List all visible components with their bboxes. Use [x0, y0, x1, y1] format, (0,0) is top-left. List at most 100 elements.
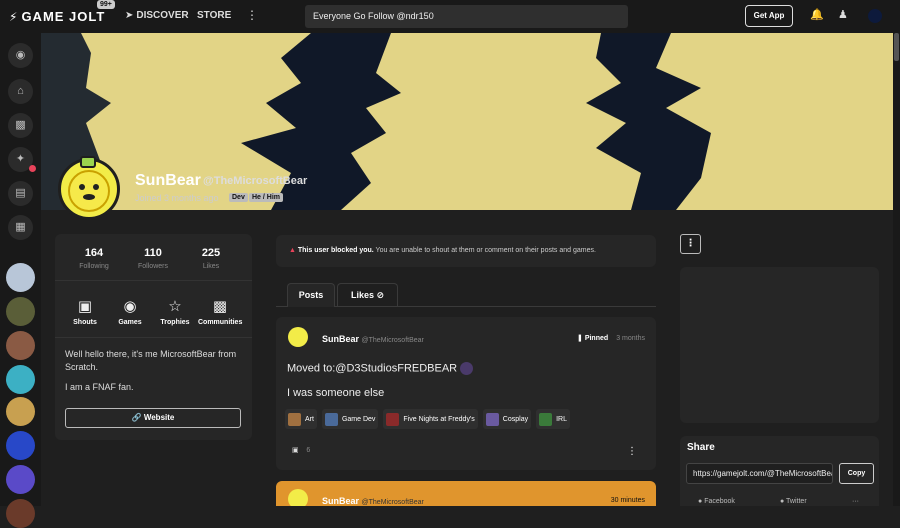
- post-author-name: SunBear: [322, 496, 360, 506]
- following-count: 164: [84, 247, 104, 259]
- bio-text: Well hello there, it's me MicrosoftBear …: [65, 349, 237, 372]
- post-body-line: Moved to:@D3StudiosFREDBEAR: [287, 362, 474, 375]
- search-input[interactable]: Everyone Go Follow @ndr150: [305, 5, 628, 28]
- community-tag[interactable]: IRL: [536, 409, 570, 429]
- rocket-icon: ➤: [125, 10, 134, 21]
- post-tabs: Posts Likes ⊘: [276, 283, 656, 307]
- comments-button[interactable]: ▣ 6: [292, 446, 310, 454]
- communities-tab[interactable]: ▩ Communities: [198, 297, 242, 326]
- more-menu-icon[interactable]: ⋮: [246, 8, 258, 22]
- following-label: Following: [79, 263, 109, 270]
- avatar-frame-icon: [80, 156, 96, 168]
- likes-label: Likes: [202, 263, 220, 270]
- community-avatar[interactable]: [6, 397, 35, 426]
- page-scrollbar[interactable]: [893, 33, 900, 506]
- mention-avatar: [460, 362, 474, 375]
- games-icon[interactable]: ▦: [8, 215, 33, 240]
- top-navigation-bar: ⚡ GAME JOLT 99+ ➤ DISCOVER STORE ⋮ Everyon…: [0, 0, 900, 33]
- dev-tag: Dev: [229, 193, 248, 202]
- get-app-button[interactable]: Get App: [745, 5, 793, 27]
- post-time: 3 months: [616, 335, 645, 342]
- quests-notification-dot: [29, 165, 36, 172]
- community-avatar[interactable]: [6, 365, 35, 394]
- post-author-handle: @TheMicrosoftBear: [361, 499, 424, 506]
- followers-count: 110: [144, 247, 162, 259]
- scroll-thumb[interactable]: [894, 33, 899, 61]
- community-tag-label: IRL: [556, 415, 567, 423]
- bolt-icon: ⚡: [9, 9, 19, 24]
- twitter-share[interactable]: ● Twitter: [780, 498, 807, 505]
- share-url-input[interactable]: https://gamejolt.com/@TheMicrosoftBear: [686, 463, 833, 484]
- post-author[interactable]: SunBear @TheMicrosoftBear: [322, 334, 424, 344]
- community-thumb: [324, 412, 338, 426]
- community-avatar[interactable]: [6, 331, 35, 360]
- share-title: Share: [687, 442, 715, 453]
- tab-likes[interactable]: Likes ⊘: [337, 283, 398, 307]
- community-avatar[interactable]: [6, 465, 35, 494]
- profile-name: SunBear: [135, 172, 201, 189]
- facebook-share[interactable]: ● Facebook: [698, 498, 735, 505]
- pinned-label: Pinned: [584, 335, 609, 342]
- community-avatar[interactable]: [6, 263, 35, 292]
- community-tag-label: Game Dev: [341, 415, 376, 423]
- alert-text: You are unable to shout at them or comme…: [373, 247, 596, 254]
- gamejolt-logo[interactable]: ⚡ GAME JOLT: [9, 9, 105, 24]
- community-tag-label: Cosplay: [502, 415, 529, 423]
- post-author-handle: @TheMicrosoftBear: [361, 337, 424, 344]
- pin-icon: ❚: [577, 335, 585, 342]
- community-tag[interactable]: Game Dev: [321, 409, 379, 429]
- trophy-icon: ☆: [168, 298, 182, 315]
- gamepad-icon: ◉: [123, 298, 137, 315]
- community-thumb: [485, 412, 499, 426]
- copy-button[interactable]: Copy: [839, 463, 874, 484]
- trophies-tab[interactable]: ☆ Trophies: [153, 297, 197, 326]
- friends-icon[interactable]: ♟: [838, 8, 848, 21]
- community-thumb: [288, 412, 301, 426]
- community-avatar[interactable]: [6, 431, 35, 460]
- comment-count: 6: [306, 447, 311, 454]
- post-body-line: I was someone else: [287, 387, 385, 399]
- likes-stat[interactable]: 225 Likes: [186, 247, 236, 270]
- post-author-avatar[interactable]: [288, 489, 308, 506]
- store-link[interactable]: STORE: [197, 10, 231, 21]
- games-tab[interactable]: ◉ Games: [108, 297, 152, 326]
- community-tag[interactable]: Five Nights at Freddy's: [383, 409, 478, 429]
- likes-tab-label: Likes: [350, 290, 374, 300]
- post-time: 30 minutes: [610, 497, 645, 504]
- more-share-icon[interactable]: ···: [852, 498, 859, 505]
- community-tag[interactable]: Art: [285, 409, 317, 429]
- pinned-badge: ❚ Pinned: [577, 334, 608, 342]
- backpack-icon[interactable]: ▩: [8, 113, 33, 138]
- pinned-post[interactable]: SunBear @TheMicrosoftBear ❚ Pinned 3 mon…: [276, 317, 656, 470]
- community-tag[interactable]: Cosplay: [482, 409, 532, 429]
- following-stat[interactable]: 164 Following: [69, 247, 119, 270]
- discover-label: DISCOVER: [136, 10, 189, 21]
- share-card: Share https://gamejolt.com/@TheMicrosoft…: [680, 436, 879, 506]
- post-author-avatar[interactable]: [288, 327, 308, 347]
- feed-icon[interactable]: ◉: [8, 43, 33, 68]
- store-icon[interactable]: ⌂: [8, 79, 33, 104]
- tab-posts[interactable]: Posts: [287, 283, 335, 307]
- library-icon[interactable]: ▤: [8, 181, 33, 206]
- shouts-tab[interactable]: ▣ Shouts: [63, 297, 107, 326]
- followers-stat[interactable]: 110 Followers: [128, 247, 178, 270]
- profile-options-button[interactable]: ⋮: [680, 234, 701, 254]
- post-author[interactable]: SunBear @TheMicrosoftBear: [322, 496, 424, 506]
- left-sidebar: ◉ ⌂ ▩ ✦ ▤ ▦: [0, 33, 41, 528]
- website-button[interactable]: 🔗 Website: [65, 408, 241, 428]
- discover-link[interactable]: ➤ DISCOVER: [125, 10, 189, 21]
- bell-icon[interactable]: 🔔: [810, 8, 824, 21]
- hidden-eye-icon: ⊘: [376, 290, 385, 300]
- facebook-label: Facebook: [704, 498, 735, 505]
- divider: [55, 337, 252, 338]
- community-avatar[interactable]: [6, 499, 35, 528]
- followers-label: Followers: [138, 263, 168, 270]
- community-avatar[interactable]: [6, 297, 35, 326]
- website-label: Website: [143, 413, 175, 422]
- post-card[interactable]: SunBear @TheMicrosoftBear 30 minutes: [276, 481, 656, 506]
- twitter-label: Twitter: [786, 498, 807, 505]
- divider: [55, 280, 252, 281]
- post-more-icon[interactable]: ⋮: [627, 446, 637, 457]
- user-avatar[interactable]: [868, 9, 882, 23]
- post-community-tags: Art Game Dev Five Nights at Freddy's Cos…: [285, 409, 570, 429]
